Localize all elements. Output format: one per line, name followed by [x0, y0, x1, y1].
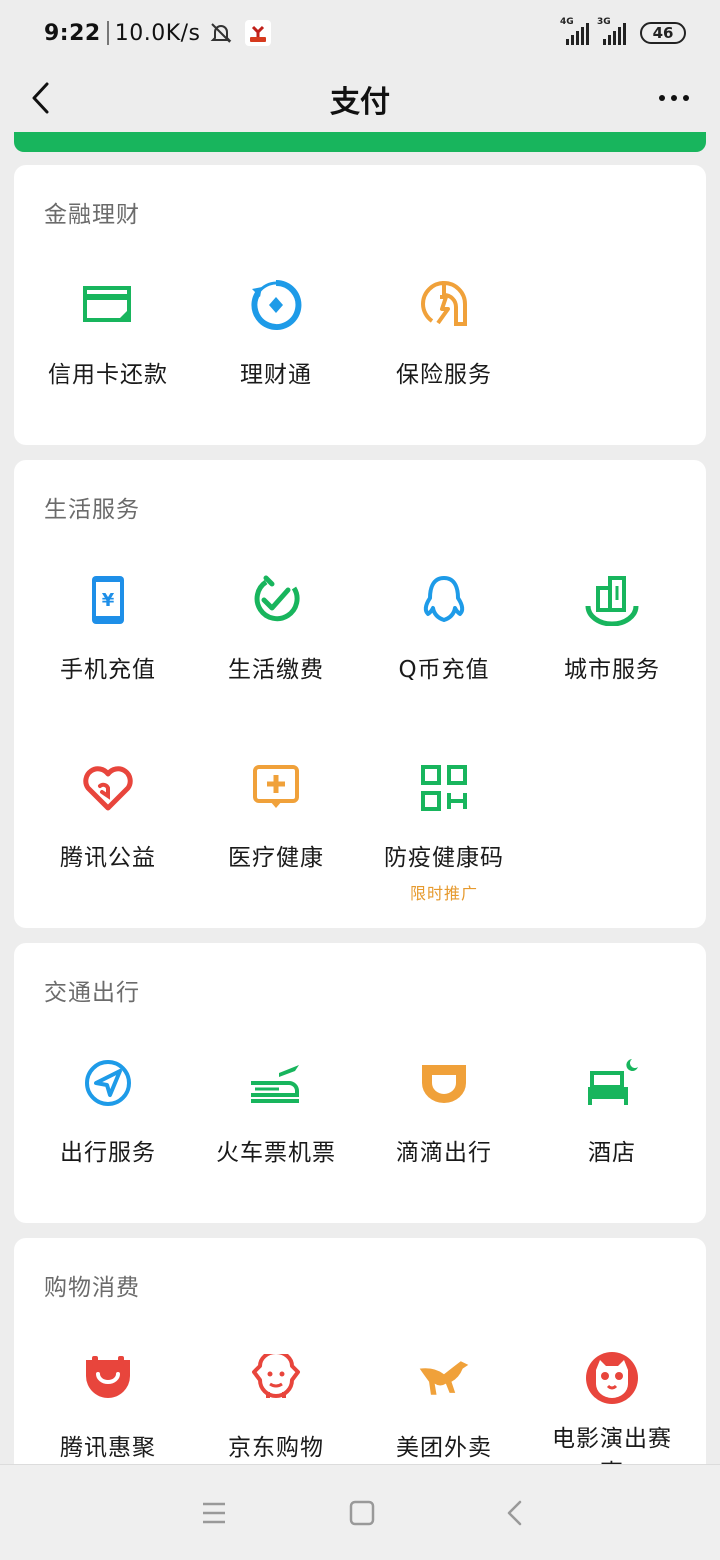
- service-phone-recharge[interactable]: ¥ 手机充值: [24, 572, 192, 722]
- svg-text:¥: ¥: [102, 590, 115, 611]
- qr-code-icon: [421, 765, 467, 811]
- network-speed: 10.0K/s: [114, 20, 201, 46]
- service-hotel[interactable]: 酒店: [528, 1055, 696, 1205]
- navigation-icon: [85, 1060, 131, 1106]
- square-home-icon: [349, 1500, 375, 1526]
- medical-icon: [253, 765, 299, 808]
- service-insurance[interactable]: 保险服务: [360, 277, 528, 427]
- recent-apps-button[interactable]: [196, 1495, 232, 1531]
- insurance-icon: [420, 280, 467, 326]
- utility-payment-icon: [254, 575, 300, 622]
- mute-bell-icon: [210, 23, 231, 43]
- page-title: 支付: [330, 85, 390, 120]
- didi-icon: [422, 1065, 466, 1103]
- status-time: 9:22: [44, 20, 101, 46]
- signal-3g-icon: 3G: [597, 17, 626, 45]
- chevron-left-icon: [32, 82, 49, 114]
- service-charity[interactable]: 腾讯公益: [24, 760, 192, 910]
- service-qq-coin[interactable]: Q币充值: [360, 572, 528, 722]
- signal-4g-icon: 4G: [560, 17, 589, 45]
- service-credit-card-repay[interactable]: 信用卡还款: [24, 277, 192, 427]
- service-label: 酒店: [588, 1140, 636, 1166]
- service-label: 美团外卖: [396, 1435, 492, 1461]
- jd-dog-icon: [252, 1354, 300, 1398]
- charity-heart-icon: [83, 766, 133, 811]
- more-dot-icon: [671, 95, 677, 101]
- credit-card-icon: [83, 286, 131, 322]
- service-train-flight[interactable]: 火车票机票: [192, 1055, 360, 1205]
- more-dot-icon: [683, 95, 689, 101]
- service-label: 腾讯惠聚: [60, 1435, 156, 1461]
- service-label: 火车票机票: [216, 1140, 336, 1166]
- section-transport: 交通出行 出行服务 火车票机票 滴滴出行 酒店: [14, 943, 706, 1223]
- service-label: 生活缴费: [228, 657, 324, 683]
- notification-app-icon: [244, 20, 271, 46]
- service-label: 腾讯公益: [60, 845, 156, 871]
- back-button[interactable]: [20, 78, 60, 118]
- service-licaitong[interactable]: 理财通: [192, 277, 360, 427]
- service-label: Q币充值: [398, 657, 490, 683]
- section-life-services: 生活服务 ¥ 手机充值 生活缴费 Q币充值 城市服务 腾讯公益 医疗健康 防疫健…: [14, 460, 706, 928]
- section-title: 金融理财: [44, 202, 140, 228]
- service-label: 城市服务: [564, 657, 660, 683]
- wallet-card-edge: [14, 132, 706, 152]
- menu-lines-icon: [203, 1502, 225, 1524]
- section-title: 交通出行: [44, 980, 140, 1006]
- maoyan-cat-icon: [586, 1352, 638, 1404]
- service-utility-payment[interactable]: 生活缴费: [192, 572, 360, 722]
- service-label: 信用卡还款: [48, 362, 168, 388]
- section-finance: 金融理财 信用卡还款 理财通 保险服务: [14, 165, 706, 445]
- hotel-bed-icon: [588, 1059, 638, 1105]
- status-divider: [106, 21, 109, 45]
- qq-coin-icon: [423, 576, 465, 622]
- service-label: 出行服务: [60, 1140, 156, 1166]
- train-plane-icon: [251, 1065, 299, 1103]
- service-city[interactable]: 城市服务: [528, 572, 696, 722]
- system-navigation-bar: [0, 1464, 720, 1560]
- service-medical[interactable]: 医疗健康: [192, 760, 360, 910]
- tencent-huiju-icon: [86, 1356, 130, 1398]
- service-travel[interactable]: 出行服务: [24, 1055, 192, 1205]
- status-bar: 9:22 10.0K/s 4G 3G 46: [0, 0, 720, 66]
- service-label: 医疗健康: [228, 845, 324, 871]
- service-label: 手机充值: [60, 657, 156, 683]
- section-shopping: 购物消费 腾讯惠聚 京东购物 美团外卖 电影演出赛: [14, 1238, 706, 1498]
- service-label: 防疫健康码: [384, 845, 504, 871]
- section-title: 生活服务: [44, 497, 140, 523]
- service-label: 滴滴出行: [396, 1140, 492, 1166]
- section-title: 购物消费: [44, 1275, 140, 1301]
- service-label: 保险服务: [396, 362, 492, 388]
- meituan-kangaroo-icon: [419, 1361, 469, 1395]
- more-dot-icon: [659, 95, 665, 101]
- battery-indicator: 46: [640, 22, 686, 44]
- promo-tag: 限时推广: [409, 884, 478, 903]
- service-label: 京东购物: [228, 1435, 324, 1461]
- system-back-button[interactable]: [496, 1495, 532, 1531]
- home-button[interactable]: [344, 1495, 380, 1531]
- more-button[interactable]: [654, 80, 694, 116]
- wealth-icon: [251, 279, 302, 330]
- service-label: 理财通: [240, 362, 312, 388]
- service-health-code[interactable]: 防疫健康码 限时推广: [360, 760, 528, 910]
- city-service-icon: [585, 576, 639, 626]
- navigation-bar: 支付: [0, 66, 720, 132]
- triangle-back-icon: [507, 1500, 522, 1526]
- phone-recharge-icon: ¥: [92, 576, 124, 624]
- service-didi[interactable]: 滴滴出行: [360, 1055, 528, 1205]
